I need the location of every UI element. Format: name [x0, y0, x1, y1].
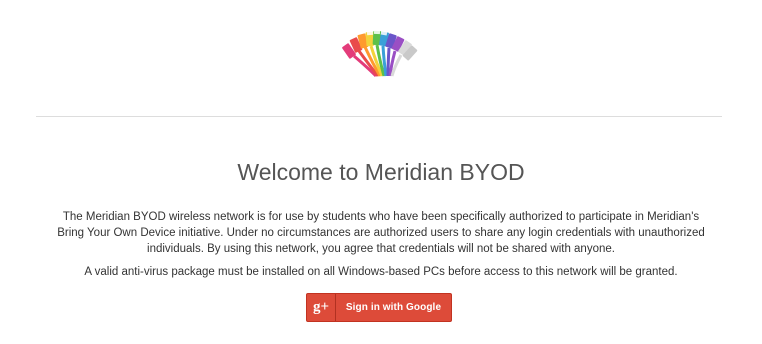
google-plus-icon: g+	[307, 294, 336, 321]
sign-in-button-label: Sign in with Google	[345, 302, 442, 313]
ethernet-cables-logo	[340, 26, 420, 78]
usage-policy-text: The Meridian BYOD wireless network is fo…	[57, 211, 705, 255]
page-title: Welcome to Meridian BYOD	[237, 159, 525, 185]
antivirus-notice-text: A valid anti-virus package must be insta…	[84, 266, 678, 278]
header-divider	[36, 116, 722, 117]
sign-in-with-google-button[interactable]: g+ Sign in with Google	[306, 293, 452, 322]
ethernet-cables-icon	[342, 29, 418, 78]
